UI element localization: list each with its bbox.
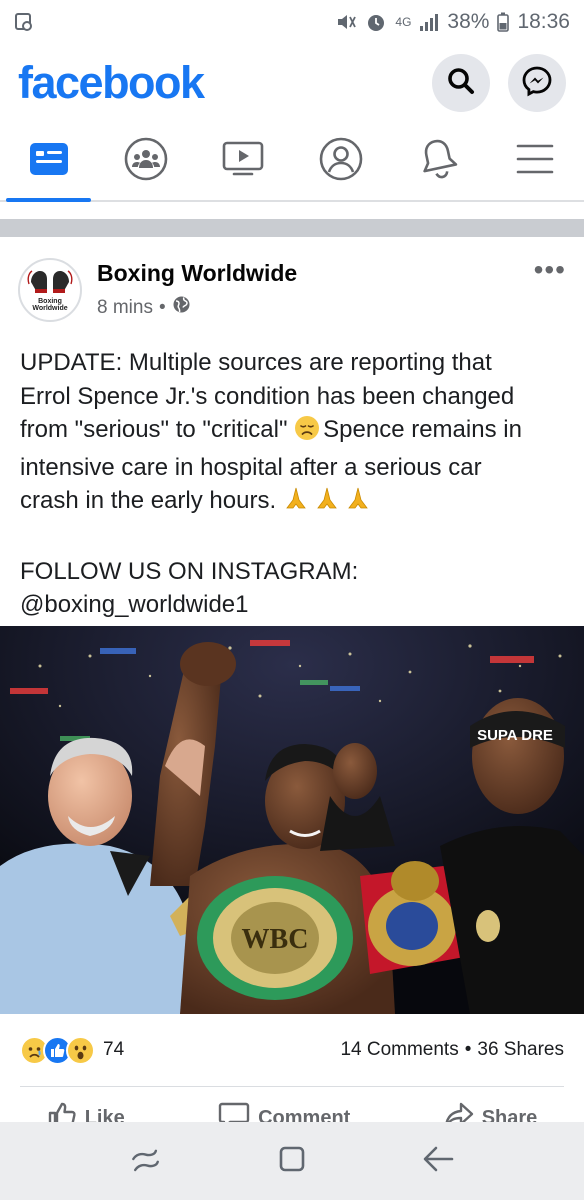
comments-count-link[interactable]: 14 Comments: [340, 1039, 458, 1061]
disappointed-emoji-icon: [294, 415, 320, 451]
wow-reaction-icon: [66, 1035, 95, 1065]
post-timestamp[interactable]: 8 mins: [97, 297, 153, 319]
avatar-text-top: Boxing: [38, 298, 62, 305]
network-type: 4G: [395, 15, 412, 29]
messenger-icon: [521, 65, 553, 102]
bell-icon: [418, 137, 458, 186]
tab-notifications[interactable]: [389, 122, 486, 200]
home-button-icon[interactable]: [277, 1144, 307, 1179]
facebook-logo[interactable]: facebook: [18, 57, 205, 109]
post-line: UPDATE: Multiple sources are reporting t…: [20, 349, 492, 376]
main-tab-bar: [0, 122, 584, 202]
mute-icon: [335, 12, 357, 32]
feed-divider: [0, 219, 584, 237]
post-line-part: Spence remains in: [323, 416, 522, 443]
tab-profile[interactable]: [292, 122, 389, 200]
post-line: FOLLOW US ON INSTAGRAM:: [20, 557, 359, 585]
clock: 18:36: [517, 10, 570, 33]
avatar-text-bottom: Worldwide: [32, 305, 68, 312]
signal-icon: [419, 13, 439, 31]
messenger-button[interactable]: [508, 54, 566, 112]
instagram-handle-link[interactable]: @boxing_worldwide1: [20, 588, 572, 622]
page-avatar[interactable]: Boxing Worldwide: [18, 258, 82, 322]
tab-menu[interactable]: [487, 122, 584, 200]
battery-percent: 38%: [447, 10, 490, 33]
post-line: Errol Spence Jr.'s condition has been ch…: [20, 382, 515, 410]
reactions-summary[interactable]: 74 14 Comments • 36 Shares: [0, 1024, 584, 1076]
tab-news-feed[interactable]: [0, 122, 97, 202]
post-line-part: from "serious" to "critical": [20, 416, 295, 443]
recent-apps-icon[interactable]: [128, 1142, 162, 1181]
reaction-count: 74: [103, 1039, 125, 1060]
more-dots-icon: •••: [533, 254, 566, 285]
tab-groups[interactable]: [97, 122, 194, 200]
status-bar: 4G 38% 18:36: [0, 0, 584, 44]
post-line-part: crash in the early hours.: [20, 487, 283, 514]
post-line: from "serious" to "critical" Spence rema…: [20, 413, 572, 451]
groups-icon: [124, 137, 168, 186]
boxing-gloves-logo: [27, 270, 73, 293]
search-button[interactable]: [432, 54, 490, 112]
post-options-button[interactable]: •••: [534, 254, 566, 286]
post-line: crash in the early hours.: [20, 484, 572, 522]
watch-icon: [222, 141, 264, 182]
actions-divider: [20, 1086, 564, 1087]
search-icon: [446, 66, 476, 101]
app-header: facebook: [0, 44, 584, 122]
tab-watch[interactable]: [195, 122, 292, 200]
back-arrow-icon[interactable]: [422, 1144, 456, 1179]
page-name-link[interactable]: Boxing Worldwide: [97, 260, 297, 287]
post-photo[interactable]: WBC SUPA DRE: [0, 626, 584, 1014]
hamburger-icon: [516, 143, 554, 180]
alarm-icon: [365, 11, 387, 33]
battery-icon: [497, 12, 510, 32]
dot-separator: •: [464, 1039, 472, 1060]
shares-count-link[interactable]: 36 Shares: [477, 1039, 564, 1061]
bandana-text: SUPA DRE: [477, 727, 553, 744]
profile-icon: [319, 137, 363, 186]
post-body: UPDATE: Multiple sources are reporting t…: [20, 346, 572, 622]
belt-label: WBC: [242, 924, 309, 955]
dot-separator: •: [158, 296, 166, 318]
android-nav-bar: [0, 1122, 584, 1200]
screen-record-icon: [14, 12, 34, 32]
post-header: Boxing Worldwide Boxing Worldwide 8 mins…: [0, 246, 584, 332]
globe-icon: [172, 295, 191, 320]
praying-hands-emoji-icon: [283, 486, 375, 522]
reaction-icons: [20, 1035, 95, 1065]
news-feed-icon: [29, 142, 69, 181]
post-line: intensive care in hospital after a serio…: [20, 453, 482, 481]
